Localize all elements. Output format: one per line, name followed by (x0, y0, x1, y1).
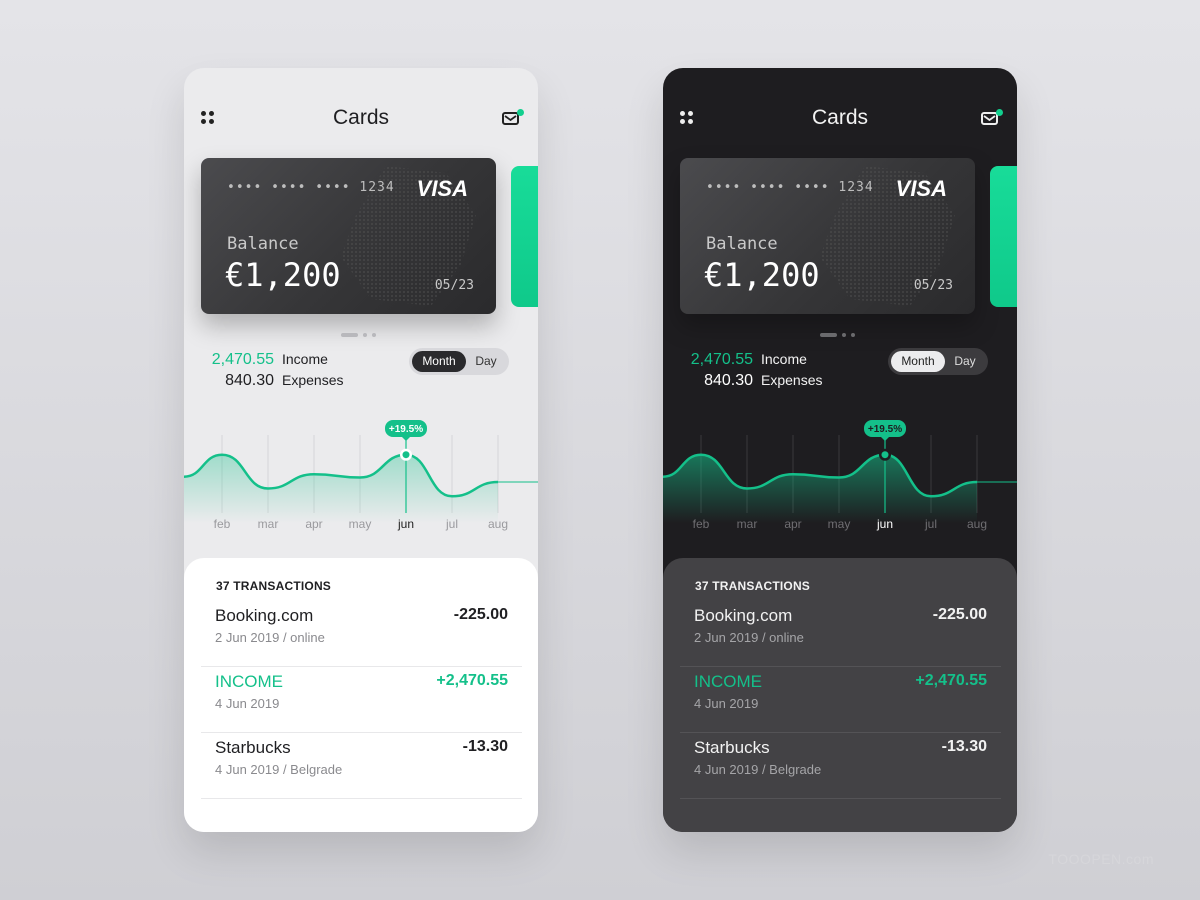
toggle-day[interactable]: Day (467, 351, 505, 372)
header: Cards (663, 104, 1017, 134)
transaction-row[interactable]: Booking.com 2 Jun 2019 / online -225.00 (680, 600, 1001, 667)
pager-dot[interactable] (851, 333, 855, 337)
transactions-count: 37 TRANSACTIONS (216, 579, 332, 593)
phone-light: Cards •••• •••• •••• 1234 VISA Balance €… (184, 68, 538, 832)
x-tick-label-mar[interactable]: mar (258, 517, 279, 531)
transaction-name: INCOME (694, 672, 762, 691)
expenses-label: Expenses (282, 372, 344, 388)
change-badge-label: +19.5% (868, 424, 902, 435)
x-tick-label-jun[interactable]: jun (876, 517, 893, 531)
watermark: TOOOPEN.com (1048, 851, 1154, 867)
toggle-day[interactable]: Day (946, 351, 984, 372)
period-toggle: Month Day (409, 348, 509, 375)
transaction-row[interactable]: Starbucks 4 Jun 2019 / Belgrade -13.30 (201, 732, 522, 799)
transactions-count: 37 TRANSACTIONS (695, 579, 811, 593)
notification-dot (517, 109, 524, 116)
x-tick-label-mar[interactable]: mar (737, 517, 758, 531)
card-number: •••• •••• •••• 1234 (227, 180, 395, 195)
chart-area (184, 454, 498, 523)
transaction-meta: 4 Jun 2019 (215, 696, 280, 711)
page-title: Cards (811, 106, 869, 129)
transaction-row[interactable]: Booking.com 2 Jun 2019 / online -225.00 (201, 600, 522, 667)
income-label: Income (761, 351, 807, 367)
transaction-row[interactable]: Starbucks 4 Jun 2019 / Belgrade -13.30 (680, 732, 1001, 799)
mail-icon[interactable] (981, 109, 1003, 126)
next-card-peek[interactable] (990, 166, 1017, 307)
transaction-meta: 4 Jun 2019 / Belgrade (215, 762, 343, 777)
transaction-meta: 4 Jun 2019 / Belgrade (694, 762, 822, 777)
transaction-name: Booking.com (694, 606, 793, 625)
balance-value: €1,200 (225, 256, 341, 294)
transaction-meta: 4 Jun 2019 (694, 696, 759, 711)
transaction-meta: 2 Jun 2019 / online (215, 630, 325, 645)
expenses-value: 840.30 (225, 372, 274, 389)
card-expiry: 05/23 (434, 278, 474, 293)
transaction-name: Starbucks (215, 738, 291, 757)
pager-dot-active[interactable] (820, 333, 837, 337)
x-tick-label-apr[interactable]: apr (305, 517, 322, 531)
mail-icon[interactable] (502, 109, 524, 126)
x-tick-label-may[interactable]: may (828, 517, 851, 531)
period-toggle: Month Day (888, 348, 988, 375)
x-tick-label-jun[interactable]: jun (397, 517, 414, 531)
summary: 2,470.55 Income 840.30 Expenses (208, 351, 344, 393)
income-value: 2,470.55 (211, 351, 274, 368)
card-pager[interactable] (820, 333, 860, 337)
x-tick-label-apr[interactable]: apr (784, 517, 801, 531)
income-label: Income (282, 351, 328, 367)
expenses-value: 840.30 (704, 372, 753, 389)
trend-chart: +19.5% feb mar apr may jun jul aug (663, 420, 1017, 531)
balance-label: Balance (706, 234, 778, 254)
transaction-meta: 2 Jun 2019 / online (694, 630, 804, 645)
x-tick-label-jul[interactable]: jul (445, 517, 458, 531)
pager-dot[interactable] (842, 333, 846, 337)
pager-dot[interactable] (372, 333, 376, 337)
x-tick-label-aug[interactable]: aug (488, 517, 508, 531)
transactions-panel: 37 TRANSACTIONS Booking.com 2 Jun 2019 / … (184, 558, 538, 832)
balance-value: €1,200 (704, 256, 820, 294)
balance-label: Balance (227, 234, 299, 254)
chart-area (663, 454, 977, 523)
trend-chart: +19.5% feb mar apr may jun jul aug (184, 420, 538, 531)
summary: 2,470.55 Income 840.30 Expenses (687, 351, 823, 393)
credit-card[interactable]: •••• •••• •••• 1234 VISA Balance €1,200 … (680, 158, 975, 314)
next-card-peek[interactable] (511, 166, 538, 307)
transaction-amount: -225.00 (932, 606, 987, 623)
x-tick-label-aug[interactable]: aug (967, 517, 987, 531)
income-value: 2,470.55 (690, 351, 753, 368)
x-tick-label-jul[interactable]: jul (924, 517, 937, 531)
highlight-point[interactable] (402, 451, 410, 459)
phone-dark: Cards •••• •••• •••• 1234 VISA Balance €… (663, 68, 1017, 832)
transaction-row[interactable]: INCOME 4 Jun 2019 +2,470.55 (680, 666, 1001, 733)
x-tick-label-feb[interactable]: feb (214, 517, 231, 531)
transaction-name: INCOME (215, 672, 283, 691)
transaction-name: Booking.com (215, 606, 314, 625)
x-tick-label-may[interactable]: may (349, 517, 372, 531)
transactions-panel: 37 TRANSACTIONS Booking.com 2 Jun 2019 / … (663, 558, 1017, 832)
transaction-amount: +2,470.55 (915, 672, 987, 689)
pager-dot[interactable] (363, 333, 367, 337)
transaction-row[interactable]: INCOME 4 Jun 2019 +2,470.55 (201, 666, 522, 733)
expenses-label: Expenses (761, 372, 823, 388)
card-pager[interactable] (341, 333, 381, 337)
card-expiry: 05/23 (913, 278, 953, 293)
highlight-point[interactable] (881, 451, 889, 459)
transaction-amount: -13.30 (941, 738, 987, 755)
credit-card[interactable]: •••• •••• •••• 1234 VISA Balance €1,200 … (201, 158, 496, 314)
visa-logo: VISA (416, 176, 468, 201)
toggle-month[interactable]: Month (412, 351, 466, 372)
notification-dot (996, 109, 1003, 116)
page-title: Cards (332, 106, 390, 129)
toggle-month[interactable]: Month (891, 351, 945, 372)
card-number: •••• •••• •••• 1234 (706, 180, 874, 195)
visa-logo: VISA (895, 176, 947, 201)
transaction-amount: +2,470.55 (436, 672, 508, 689)
x-tick-label-feb[interactable]: feb (693, 517, 710, 531)
header: Cards (184, 104, 538, 134)
pager-dot-active[interactable] (341, 333, 358, 337)
change-badge-label: +19.5% (389, 424, 423, 435)
transaction-name: Starbucks (694, 738, 770, 757)
transaction-amount: -225.00 (453, 606, 508, 623)
transaction-amount: -13.30 (462, 738, 508, 755)
